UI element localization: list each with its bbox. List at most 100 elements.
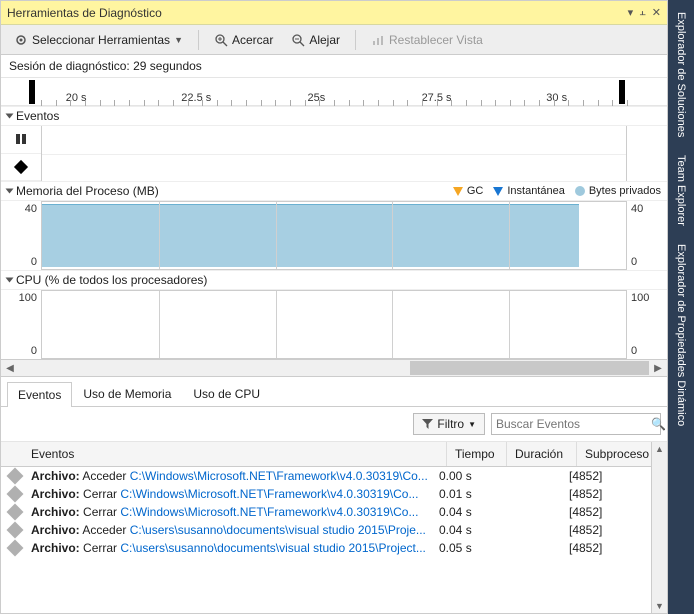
legend-snapshot: Instantánea xyxy=(493,185,565,197)
select-tools-label: Seleccionar Herramientas xyxy=(32,33,170,47)
collapse-icon xyxy=(6,114,14,119)
diamond-icon xyxy=(14,160,28,174)
window-title: Herramientas de Diagnóstico xyxy=(7,6,628,20)
horizontal-scrollbar[interactable]: ◀ ▶ xyxy=(1,359,667,377)
cell-thread: [4852] xyxy=(569,523,659,537)
select-tools-button[interactable]: Seleccionar Herramientas ▼ xyxy=(7,29,190,51)
file-path-link[interactable]: C:\users\susanno\documents\visual studio… xyxy=(130,523,426,537)
timeline-ruler[interactable]: 20 s22.5 s25s27.5 s30 s xyxy=(1,78,667,106)
zoom-in-label: Acercar xyxy=(232,33,273,47)
diamond-icon xyxy=(7,504,24,521)
events-lane-label: Eventos xyxy=(16,109,59,123)
col-events[interactable]: Eventos xyxy=(1,442,447,466)
mem-axis-min: 0 xyxy=(31,256,37,268)
diamond-icon xyxy=(7,468,24,485)
file-path-link[interactable]: C:\Windows\Microsoft.NET\Framework\v4.0.… xyxy=(120,505,418,519)
cpu-axis-max: 100 xyxy=(19,292,37,304)
cell-thread: [4852] xyxy=(569,487,659,501)
memory-fill xyxy=(42,204,579,267)
legend-gc: GC xyxy=(453,185,484,197)
scroll-up-icon[interactable]: ▲ xyxy=(655,444,664,454)
side-tab-team-explorer[interactable]: Team Explorer xyxy=(672,147,690,234)
cell-time: 0.01 s xyxy=(439,487,499,501)
separator xyxy=(198,30,199,50)
zoom-out-icon xyxy=(291,33,305,47)
events-lane-header[interactable]: Eventos xyxy=(1,106,667,125)
toolbar: Seleccionar Herramientas ▼ Acercar Aleja… xyxy=(1,25,667,55)
tab-cpu[interactable]: Uso de CPU xyxy=(182,381,271,406)
memory-lane-header[interactable]: Memoria del Proceso (MB) GC Instantánea … xyxy=(1,181,667,200)
cell-time: 0.00 s xyxy=(439,469,499,483)
diamond-icon xyxy=(7,522,24,539)
title-bar: Herramientas de Diagnóstico ▾ ⫠ ✕ xyxy=(1,1,667,25)
table-row[interactable]: Archivo: Cerrar C:\Windows\Microsoft.NET… xyxy=(1,485,667,503)
table-row[interactable]: Archivo: Acceder C:\Windows\Microsoft.NE… xyxy=(1,467,667,485)
cpu-lane-header[interactable]: CPU (% de todos los procesadores) xyxy=(1,270,667,289)
table-row[interactable]: Archivo: Cerrar C:\users\susanno\documen… xyxy=(1,539,667,557)
separator xyxy=(355,30,356,50)
scroll-right-icon[interactable]: ▶ xyxy=(649,363,667,374)
session-label: Sesión de diagnóstico: 29 segundos xyxy=(1,55,667,78)
ruler-tick: 20 s xyxy=(66,92,87,104)
file-path-link[interactable]: C:\Windows\Microsoft.NET\Framework\v4.0.… xyxy=(130,469,428,483)
funnel-icon xyxy=(422,419,433,430)
tab-events[interactable]: Eventos xyxy=(7,382,72,407)
cpu-lane-label: CPU (% de todos los procesadores) xyxy=(16,273,207,287)
cell-thread: [4852] xyxy=(569,469,659,483)
reset-view-icon xyxy=(371,33,385,47)
collapse-icon xyxy=(6,278,14,283)
scroll-thumb[interactable] xyxy=(410,361,649,375)
events-grid: Eventos Tiempo Duración Subproceso Archi… xyxy=(1,442,667,613)
zoom-out-button[interactable]: Alejar xyxy=(284,29,347,51)
event-text: Archivo: Cerrar C:\users\susanno\documen… xyxy=(31,541,439,555)
collapsed-side-panels: Explorador de Soluciones Team Explorer E… xyxy=(668,0,694,614)
zoom-out-label: Alejar xyxy=(309,33,340,47)
event-text: Archivo: Cerrar C:\Windows\Microsoft.NET… xyxy=(31,505,439,519)
filter-button[interactable]: Filtro ▼ xyxy=(413,413,485,435)
table-row[interactable]: Archivo: Acceder C:\users\susanno\docume… xyxy=(1,521,667,539)
diamond-icon xyxy=(7,486,24,503)
file-path-link[interactable]: C:\Windows\Microsoft.NET\Framework\v4.0.… xyxy=(120,487,418,501)
cell-time: 0.04 s xyxy=(439,505,499,519)
detail-tabs: Eventos Uso de Memoria Uso de CPU xyxy=(1,381,667,407)
cell-time: 0.04 s xyxy=(439,523,499,537)
dropdown-icon[interactable]: ▾ xyxy=(628,6,634,19)
legend-bytes: Bytes privados xyxy=(575,185,661,197)
pause-icon xyxy=(15,133,27,145)
reset-view-label: Restablecer Vista xyxy=(389,33,483,47)
collapse-icon xyxy=(6,189,14,194)
side-tab-solution-explorer[interactable]: Explorador de Soluciones xyxy=(672,4,690,145)
range-end-marker[interactable] xyxy=(619,80,625,104)
cpu-axis-min: 0 xyxy=(31,345,37,357)
table-row[interactable]: Archivo: Cerrar C:\Windows\Microsoft.NET… xyxy=(1,503,667,521)
pin-icon[interactable]: ⫠ xyxy=(639,6,646,19)
gear-icon xyxy=(14,33,28,47)
chevron-down-icon: ▼ xyxy=(468,420,476,429)
range-start-marker[interactable] xyxy=(29,80,35,104)
filter-bar: Filtro ▼ 🔍 ▾ xyxy=(1,407,667,442)
scroll-down-icon[interactable]: ▼ xyxy=(655,601,664,611)
diamond-icon xyxy=(7,540,24,557)
memory-lane-label: Memoria del Proceso (MB) xyxy=(16,184,159,198)
scroll-left-icon[interactable]: ◀ xyxy=(1,363,19,374)
cell-thread: [4852] xyxy=(569,505,659,519)
col-time[interactable]: Tiempo xyxy=(447,442,507,466)
tab-memory[interactable]: Uso de Memoria xyxy=(72,381,182,406)
ruler-tick: 30 s xyxy=(546,92,567,104)
side-tab-dynamic-properties[interactable]: Explorador de Propiedades Dinámico xyxy=(672,236,690,434)
zoom-in-button[interactable]: Acercar xyxy=(207,29,280,51)
ruler-tick: 25s xyxy=(308,92,326,104)
col-duration[interactable]: Duración xyxy=(507,442,577,466)
event-text: Archivo: Acceder C:\Windows\Microsoft.NE… xyxy=(31,469,439,483)
ruler-tick: 22.5 s xyxy=(181,92,211,104)
search-events-input[interactable]: 🔍 ▾ xyxy=(491,413,661,435)
event-text: Archivo: Acceder C:\users\susanno\docume… xyxy=(31,523,439,537)
vertical-scrollbar[interactable]: ▲▼ xyxy=(651,442,667,613)
search-icon[interactable]: 🔍 xyxy=(651,417,666,431)
file-path-link[interactable]: C:\users\susanno\documents\visual studio… xyxy=(120,541,426,555)
mem-axis-max: 40 xyxy=(25,203,37,215)
close-icon[interactable]: ✕ xyxy=(652,6,661,19)
zoom-in-icon xyxy=(214,33,228,47)
reset-view-button[interactable]: Restablecer Vista xyxy=(364,29,490,51)
search-field[interactable] xyxy=(496,417,651,431)
